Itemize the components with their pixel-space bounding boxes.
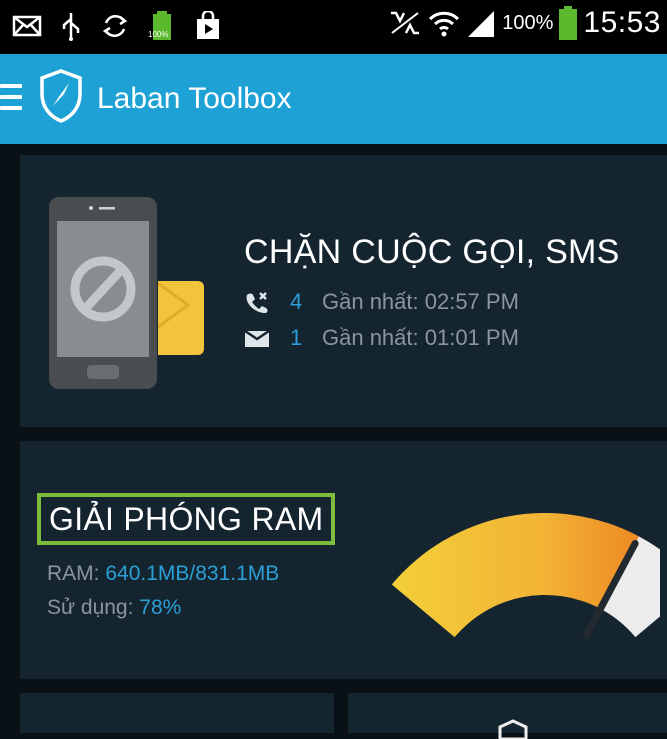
ram-value: 640.1MB/831.1MB	[105, 562, 280, 585]
free-ram-card[interactable]: GIẢI PHÓNG RAM RAM: 640.1MB/831.1MB Sử d…	[20, 441, 667, 679]
mini-battery-label: 100%	[148, 30, 169, 39]
blocked-sms-count: 1	[290, 325, 303, 350]
block-card-title: CHẶN CUỘC GỌI, SMS	[244, 233, 620, 271]
ram-gauge	[391, 513, 660, 639]
usage-label: Sử dụng:	[47, 596, 140, 619]
tool-card-right[interactable]	[348, 693, 667, 739]
blocked-call-last: Gần nhất: 02:57 PM	[322, 289, 519, 314]
ram-usage-line: RAM: 640.1MB/831.1MB	[47, 562, 279, 586]
notification-icons: 100%	[12, 10, 222, 42]
signal-icon	[468, 11, 495, 37]
usb-icon	[62, 13, 80, 41]
blocked-sms-row: 1 Gần nhất: 01:01 PM	[244, 325, 519, 351]
envelope-icon	[158, 281, 204, 355]
blocked-call-icon	[246, 292, 268, 313]
blocked-sms-icon	[244, 329, 270, 347]
ram-label: RAM:	[47, 562, 106, 585]
status-bar: 100% 100% 15:53	[0, 0, 667, 54]
shield-small-icon	[498, 719, 528, 739]
blocked-calls-row: 4 Gần nhất: 02:57 PM	[244, 289, 519, 315]
system-icons: 100% 15:53	[388, 6, 661, 40]
app-title: Laban Toolbox	[97, 82, 292, 115]
nfc-icon	[391, 11, 420, 35]
shopping-bag-icon	[197, 11, 219, 39]
usage-value: 78%	[139, 596, 182, 619]
battery-icon	[559, 6, 578, 40]
gauge-used-arc	[391, 513, 639, 638]
sync-icon	[102, 14, 128, 38]
clock: 15:53	[583, 6, 661, 39]
battery-percent: 100%	[502, 11, 554, 34]
tool-card-left[interactable]	[20, 693, 334, 733]
phone-block-icon	[49, 197, 157, 389]
blocked-call-count: 4	[290, 289, 303, 314]
shield-logo-icon	[40, 69, 82, 123]
blocked-sms-last: Gần nhất: 01:01 PM	[322, 325, 519, 350]
mail-icon	[12, 15, 42, 37]
menu-icon[interactable]	[0, 84, 22, 116]
ram-card-title: GIẢI PHÓNG RAM	[49, 501, 324, 537]
ram-title-highlight[interactable]: GIẢI PHÓNG RAM	[37, 493, 336, 545]
ram-percent-line: Sử dụng: 78%	[47, 596, 181, 620]
android-battery-icon: 100%	[148, 10, 176, 42]
wifi-icon	[429, 11, 460, 37]
call-sms-block-card[interactable]: CHẶN CUỘC GỌI, SMS 4 Gần nhất: 02:57 PM …	[20, 155, 667, 427]
app-bar: Laban Toolbox	[0, 54, 667, 144]
